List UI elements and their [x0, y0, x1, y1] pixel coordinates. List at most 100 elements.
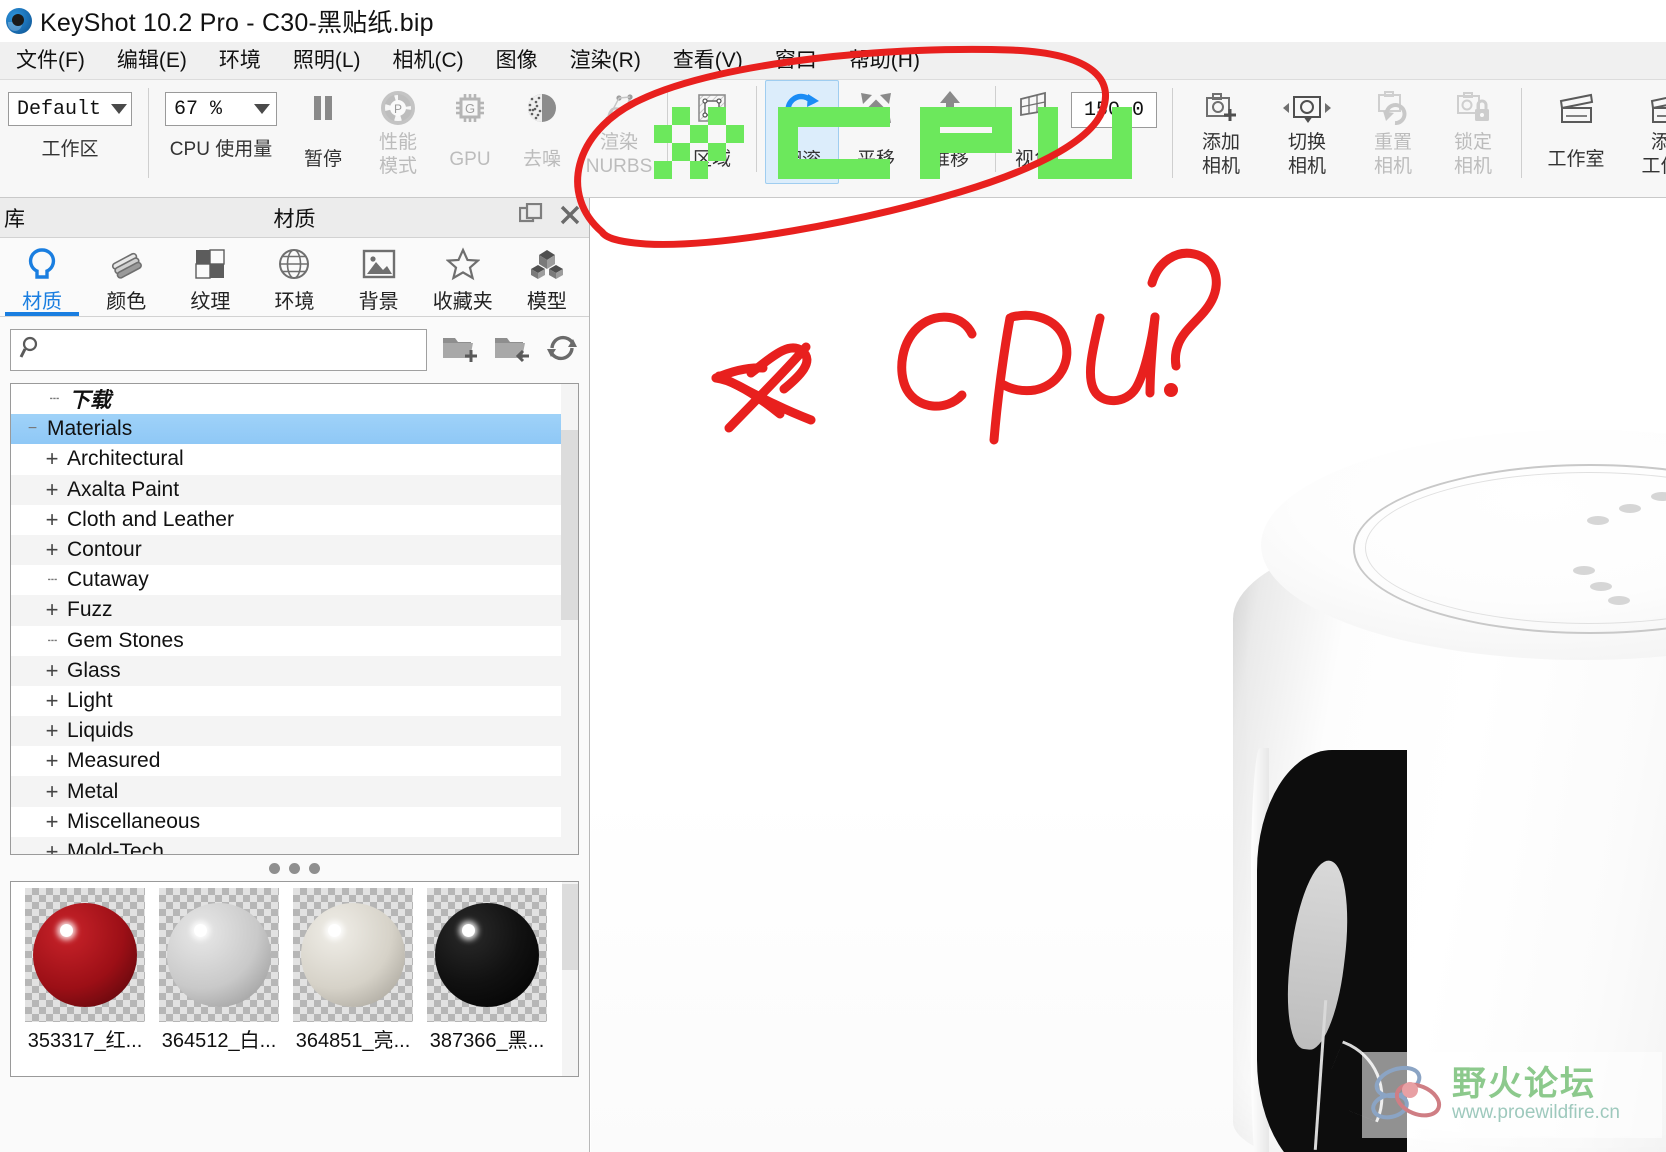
tree-item-materials[interactable]: − Materials — [11, 414, 578, 445]
denoise-label: 去噪 — [522, 149, 561, 170]
tree-item-downloads[interactable]: ┄ 下载 — [11, 384, 578, 414]
switch-camera-button[interactable]: 切换 相机 — [1261, 80, 1353, 178]
tree-expander-plus[interactable]: + — [37, 748, 67, 774]
undock-icon[interactable] — [518, 202, 545, 232]
tree-item-cutaway[interactable]: ┄ Cutaway — [11, 565, 578, 595]
add-camera-label-1: 添加 — [1201, 132, 1240, 153]
panel-splitter-handle[interactable] — [0, 855, 589, 881]
tree-item-axalta-paint[interactable]: + Axalta Paint — [11, 474, 578, 505]
material-thumbnail-label: 364512_白... — [161, 1030, 277, 1052]
thumbnail-scrollbar[interactable] — [562, 882, 578, 1076]
tab-materials[interactable]: 材质 — [0, 238, 84, 316]
tree-expander-plus[interactable]: + — [37, 537, 67, 563]
tree-item-fuzz[interactable]: + Fuzz — [11, 595, 578, 626]
tree-item-miscellaneous[interactable]: + Miscellaneous — [11, 807, 578, 837]
tree-expander-plus[interactable]: + — [37, 779, 67, 805]
import-folder-icon[interactable] — [493, 332, 531, 369]
tree-expander: ┄ — [49, 391, 60, 409]
perspective-input[interactable]: 150.0 — [1071, 92, 1157, 128]
denoise-button[interactable]: 去噪 — [505, 80, 579, 171]
tumble-button[interactable]: 翻滚 — [765, 80, 839, 184]
add-studio-button[interactable]: 添加 工作室 — [1622, 80, 1666, 178]
menu-item-file[interactable]: 文件(F) — [0, 42, 101, 80]
tree-expander-plus[interactable]: + — [37, 809, 67, 835]
tree-item-glass[interactable]: + Glass — [11, 655, 578, 686]
menu-item-image[interactable]: 图像 — [480, 42, 554, 80]
tree-expander-plus[interactable]: + — [37, 446, 67, 472]
lock-camera-button[interactable]: 锁定 相机 — [1433, 80, 1513, 178]
material-thumbnail[interactable]: 364512_白... — [153, 888, 285, 1053]
tree-expander-plus[interactable]: + — [37, 839, 67, 854]
workspace-combo[interactable]: Default — [8, 92, 132, 126]
render-nurbs-button[interactable]: 渲染 NURBS — [579, 80, 659, 178]
material-thumbnail[interactable]: 364851_亮... — [287, 888, 419, 1053]
tab-environments[interactable]: 环境 — [252, 238, 336, 316]
pan-button[interactable]: 平移 — [839, 80, 913, 171]
pause-button[interactable]: 暂停 — [285, 80, 361, 171]
tree-item-metal[interactable]: + Metal — [11, 776, 578, 807]
toolbar-divider — [667, 88, 668, 178]
workspace-selector[interactable]: Default 工作区 — [0, 80, 140, 161]
menu-item-render[interactable]: 渲染(R) — [554, 42, 657, 80]
tab-backgrounds[interactable]: 背景 — [337, 238, 421, 316]
menu-item-edit[interactable]: 编辑(E) — [101, 42, 203, 80]
menu-item-window[interactable]: 窗口 — [759, 42, 833, 80]
material-thumbnail[interactable]: 353317_红... — [19, 888, 151, 1053]
toolbar-group-render: 67 % CPU 使用量 暂停 P 性能 模式 G GPU 去噪 渲染 NURB… — [157, 80, 659, 198]
render-viewport[interactable]: 野火论坛 www.proewildfire.cn — [591, 198, 1666, 1152]
refresh-icon[interactable] — [545, 332, 579, 369]
menu-item-camera[interactable]: 相机(C) — [377, 42, 480, 80]
tree-item-gem-stones[interactable]: ┄ Gem Stones — [11, 626, 578, 656]
tab-favorites[interactable]: 收藏夹 — [421, 238, 505, 316]
tree-expander-plus[interactable]: + — [37, 477, 67, 503]
perspective-control[interactable]: 视角 — [1004, 80, 1064, 171]
thumbnail-scrollbar-thumb[interactable] — [562, 884, 578, 970]
add-camera-button[interactable]: 添加 相机 — [1181, 80, 1261, 178]
studio-button[interactable]: 工作室 — [1530, 80, 1622, 171]
material-tree[interactable]: ┄ 下载 − Materials + Architectural + Axalt… — [10, 383, 579, 855]
tree-item-label: Mold-Tech — [67, 839, 164, 855]
reset-camera-button[interactable]: 重置 相机 — [1353, 80, 1433, 178]
close-icon[interactable] — [559, 204, 581, 231]
tree-item-mold-tech[interactable]: + Mold-Tech — [11, 836, 578, 855]
material-thumbnail-grid[interactable]: 353317_红... 364512_白... 364851_亮... 3873… — [10, 881, 579, 1077]
material-thumbnail[interactable]: 387366_黑... — [421, 888, 553, 1053]
cpu-usage-selector[interactable]: 67 % CPU 使用量 — [157, 80, 285, 161]
tree-expander-plus[interactable]: + — [37, 718, 67, 744]
search-input[interactable] — [10, 329, 427, 371]
tree-item-liquids[interactable]: + Liquids — [11, 716, 578, 747]
tab-models[interactable]: 模型 — [505, 238, 589, 316]
tree-expander-plus[interactable]: + — [37, 658, 67, 684]
add-folder-icon[interactable] — [441, 332, 479, 369]
region-button[interactable]: 区域 — [676, 80, 748, 171]
tree-expander-plus[interactable]: + — [37, 507, 67, 533]
menu-item-help[interactable]: 帮助(H) — [833, 42, 936, 80]
tree-expander-plus[interactable]: + — [37, 688, 67, 714]
add-studio-label-2: 工作室 — [1641, 156, 1666, 177]
splitter-dot — [269, 862, 280, 874]
tree-item-contour[interactable]: + Contour — [11, 534, 578, 566]
tab-colors[interactable]: 颜色 — [84, 238, 168, 316]
tree-scrollbar[interactable] — [561, 384, 578, 854]
tree-item-light[interactable]: + Light — [11, 686, 578, 716]
tree-item-cloth-and-leather[interactable]: + Cloth and Leather — [11, 505, 578, 535]
tree-item-label: Glass — [67, 658, 121, 682]
reset-camera-icon — [1374, 86, 1412, 130]
menu-item-environment[interactable]: 环境 — [203, 42, 277, 80]
tree-item-architectural[interactable]: + Architectural — [11, 444, 578, 474]
tree-expander-minus[interactable]: − — [17, 420, 47, 438]
dolly-button[interactable]: 推移 — [913, 80, 987, 171]
tree-expander-plus[interactable]: + — [37, 597, 67, 623]
tab-textures[interactable]: 纹理 — [168, 238, 252, 316]
tree-scrollbar-thumb[interactable] — [561, 430, 578, 620]
performance-mode-button[interactable]: P 性能 模式 — [361, 80, 435, 178]
menu-item-lighting[interactable]: 照明(L) — [277, 42, 377, 80]
menu-item-view[interactable]: 查看(V) — [657, 42, 759, 80]
pan-label: 平移 — [856, 149, 895, 170]
toolbar-group-studio: 工作室 添加 工作室 — [1530, 80, 1666, 198]
cpu-usage-combo[interactable]: 67 % — [165, 92, 277, 126]
perspective-value-box[interactable]: 150.0 — [1064, 80, 1164, 128]
gpu-button[interactable]: G GPU — [435, 80, 505, 171]
tree-item-label: Miscellaneous — [67, 809, 201, 833]
tree-item-measured[interactable]: + Measured — [11, 746, 578, 776]
